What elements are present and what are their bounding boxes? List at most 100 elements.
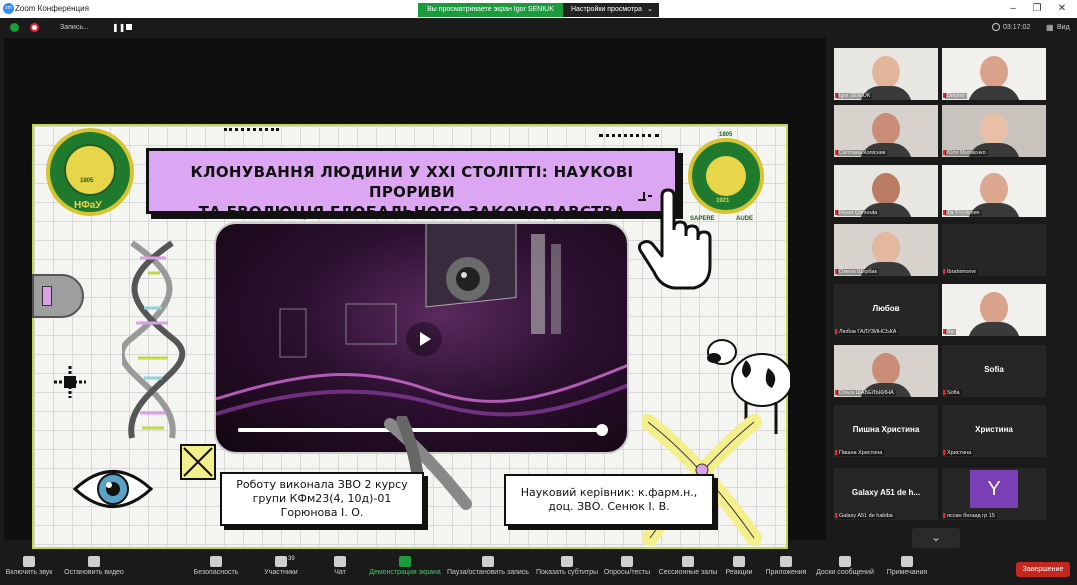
participant-tile[interactable]: Світлана Колісник bbox=[834, 105, 938, 157]
clock-icon bbox=[992, 23, 1000, 31]
participant-name-label: Ольга ШАБЕЛЬКИНА bbox=[837, 390, 896, 396]
view-settings-label: Настройки просмотра bbox=[571, 6, 642, 13]
pause-record-button[interactable]: ❚❚ bbox=[112, 23, 125, 32]
toolbar-button[interactable]: 39 Участники bbox=[258, 556, 304, 576]
participant-body bbox=[968, 86, 1020, 100]
participant-tile[interactable]: Пишна Христина Пишна Христина bbox=[834, 405, 938, 457]
dotted-line-decoration bbox=[599, 134, 659, 137]
participant-video-feed bbox=[980, 173, 1008, 205]
seal-right-year: 1921 bbox=[716, 198, 730, 204]
toolbar-button-label: Безопасность bbox=[193, 569, 239, 576]
mic-muted-icon bbox=[23, 556, 35, 567]
participant-avatar: Y bbox=[970, 470, 1018, 508]
stop-record-button[interactable] bbox=[126, 24, 132, 30]
participant-display-name: Galaxy A51 de h... bbox=[851, 488, 921, 497]
participant-tile[interactable]: Dmytro bbox=[942, 48, 1046, 100]
close-icon[interactable]: ✕ bbox=[1047, 2, 1077, 16]
view-button-label[interactable]: Вид bbox=[1057, 24, 1070, 31]
author-line-1: Роботу виконала ЗВО 2 курсу bbox=[236, 478, 408, 491]
end-meeting-button[interactable]: Завершение bbox=[1016, 562, 1070, 577]
toolbar-button[interactable]: Опросы/тесты bbox=[600, 556, 654, 576]
participant-name-label: Dmytro bbox=[945, 93, 967, 99]
dotted-line-decoration bbox=[224, 128, 279, 131]
toolbar-button-label: Приложения bbox=[765, 569, 807, 576]
participant-name-label: Пишна Христина bbox=[837, 450, 885, 456]
participant-tile[interactable]: Sofia Sofia bbox=[942, 345, 1046, 397]
video-camera-icon bbox=[88, 556, 100, 567]
toolbar-button-label: Показать субтитры bbox=[535, 569, 599, 576]
toolbar-button-label: Остановить видео bbox=[64, 569, 124, 576]
university-seal-left: 1805 НФаУ bbox=[46, 128, 134, 216]
participant-tile[interactable]: Юля Матвієнко bbox=[942, 105, 1046, 157]
participant-name-label: Любов ГАЛУЗИНСЬКА bbox=[837, 329, 899, 335]
participant-tile[interactable]: Ольга ШАБЕЛЬКИНА bbox=[834, 345, 938, 397]
participant-tile[interactable]: Ibrahimome bbox=[942, 224, 1046, 276]
breakout-rooms-icon bbox=[682, 556, 694, 567]
participant-name-label: Ха bbox=[945, 329, 956, 335]
author-caption: Роботу виконала ЗВО 2 курсу групи КФм23(… bbox=[220, 472, 424, 526]
window-title: Zoom Конференция bbox=[15, 4, 89, 13]
toolbar-button[interactable]: Демонстрация экрана bbox=[368, 556, 442, 576]
view-settings-dropdown[interactable]: Настройки просмотра ⌄ bbox=[563, 3, 659, 17]
participant-name-label: Ibrahimome bbox=[945, 269, 979, 275]
participant-tile[interactable]: Любов Любов ГАЛУЗИНСЬКА bbox=[834, 284, 938, 336]
encryption-shield-icon[interactable] bbox=[10, 23, 19, 32]
participant-display-name: Любов bbox=[872, 304, 900, 313]
reactions-icon bbox=[733, 556, 745, 567]
participant-tile[interactable]: Igor SENIUK bbox=[834, 48, 938, 100]
toolbar-button[interactable]: Включить звук bbox=[4, 556, 54, 576]
toolbar-button[interactable]: Показать субтитры bbox=[534, 556, 600, 576]
toolbar-button[interactable]: Примечания bbox=[880, 556, 934, 576]
participant-tile[interactable]: Yяссин бехзид гр 15 bbox=[942, 468, 1046, 520]
toolbar-button[interactable]: Реакции bbox=[724, 556, 754, 576]
eye-illustration bbox=[72, 470, 154, 508]
toolbar-button-label: Опросы/тесты bbox=[603, 569, 651, 576]
meeting-timer: 03:17:02 bbox=[1003, 24, 1031, 31]
zoom-logo-icon: zm bbox=[3, 3, 14, 14]
chat-icon bbox=[334, 556, 346, 567]
pointer-hand-icon bbox=[638, 188, 712, 290]
screen-share-banner: Вы просматриваете экран Igor SENIUK bbox=[418, 3, 563, 17]
slide-title-line-1: КЛОНУВАННЯ ЛЮДИНИ У XXI СТОЛІТТІ: НАУКОВ… bbox=[190, 163, 634, 201]
toolbar-button[interactable]: Приложения bbox=[762, 556, 810, 576]
participant-tile[interactable]: Galaxy A51 de h... Galaxy A51 de habiba bbox=[834, 468, 938, 520]
participant-name-label: Galaxy A51 de habiba bbox=[837, 513, 895, 519]
author-line-3: Горюнова І. О. bbox=[280, 506, 364, 519]
toolbar-button[interactable]: Остановить видео bbox=[62, 556, 126, 576]
toolbar-button[interactable]: Пауза/остановить запись bbox=[446, 556, 530, 576]
toolbar-button-label: Сессионные залы bbox=[658, 569, 718, 576]
participant-tile[interactable]: Ха bbox=[942, 284, 1046, 336]
view-grid-icon[interactable]: ▦ bbox=[1046, 23, 1054, 32]
hourglass-icon bbox=[42, 286, 52, 306]
meeting-toolbar: Включить звук Остановить видео Безопасност… bbox=[0, 553, 1077, 585]
toolbar-button-label: Доски сообщений bbox=[816, 569, 874, 576]
toolbar-button[interactable]: Доски сообщений bbox=[814, 556, 876, 576]
toolbar-button-label: Демонстрация экрана bbox=[369, 569, 441, 576]
participant-video-feed bbox=[872, 173, 900, 205]
participant-name-label: Igor SENIUK bbox=[837, 93, 873, 99]
cross-icon bbox=[183, 447, 213, 477]
participant-name-label: Світлана Колісник bbox=[837, 150, 888, 156]
participant-name-label: Riyad Qamouta bbox=[837, 210, 880, 216]
toolbar-button-label: Пауза/остановить запись bbox=[447, 569, 529, 576]
hourglass-decoration bbox=[32, 274, 84, 318]
seal-inner-circle bbox=[64, 144, 116, 196]
slide-title-line-2: ТА ЕВОЛЮЦІЯ ГЛОБАЛЬНОГО ЗАКОНОДАВСТВА bbox=[198, 203, 626, 221]
dna-helix-illustration bbox=[122, 240, 186, 439]
participant-name-label: Та Т.Ч.Чупич bbox=[945, 210, 982, 216]
toolbar-button[interactable]: Безопасность bbox=[190, 556, 242, 576]
participant-display-name: Христина bbox=[975, 425, 1013, 434]
participant-tile[interactable]: Та Т.Ч.Чупич bbox=[942, 165, 1046, 217]
participant-tile[interactable]: Riyad Qamouta bbox=[834, 165, 938, 217]
play-button[interactable] bbox=[406, 322, 442, 356]
toolbar-button[interactable]: Сессионные залы bbox=[656, 556, 720, 576]
supervisor-line-1: Науковий керівник: к.фарм.н., bbox=[520, 486, 698, 499]
participant-tile[interactable]: Христина Христина bbox=[942, 405, 1046, 457]
chevron-down-icon: ⌄ bbox=[647, 6, 653, 13]
participant-tile[interactable]: Олена Щербак bbox=[834, 224, 938, 276]
chevron-down-icon: ⌄ bbox=[930, 530, 942, 544]
record-status-label: Запись... bbox=[60, 24, 89, 31]
toolbar-button[interactable]: Чат bbox=[330, 556, 350, 576]
gallery-scroll-down-button[interactable]: ⌄ bbox=[912, 528, 960, 548]
play-icon bbox=[420, 332, 431, 346]
